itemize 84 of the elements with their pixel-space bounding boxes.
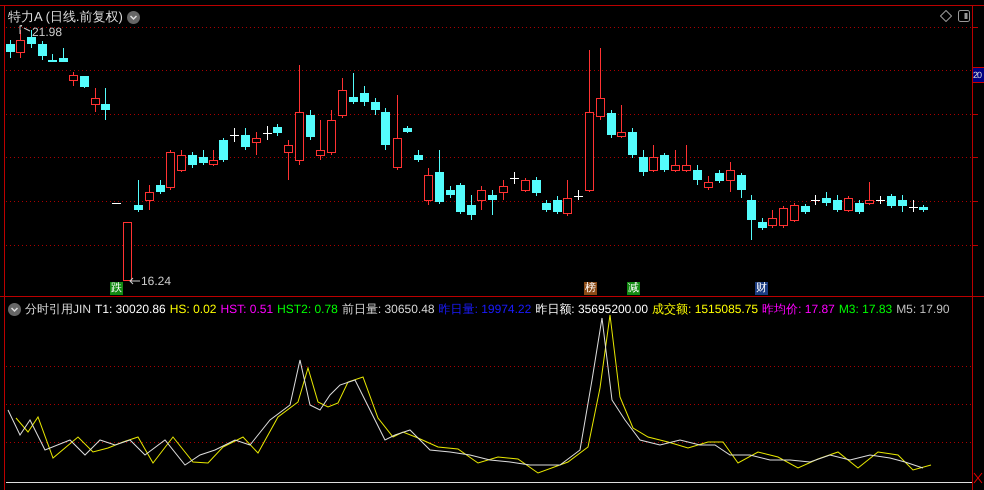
event-tag[interactable]: 榜	[584, 282, 597, 295]
indicator-value: M3: 17.83	[838, 301, 892, 318]
candle	[715, 170, 724, 184]
candle	[360, 86, 369, 106]
candle	[252, 132, 261, 156]
candle	[510, 172, 520, 184]
indicator-value: HS: 0.02	[170, 301, 216, 318]
candle	[649, 144, 658, 172]
candle	[844, 196, 853, 212]
candle	[704, 176, 713, 190]
candle	[660, 152, 669, 172]
candle	[833, 194, 842, 212]
candle	[69, 72, 78, 86]
chart-title: 特力A (日线.前复权)	[8, 8, 123, 26]
candle	[424, 168, 433, 206]
indicator-value: 前日量: 30650.48	[342, 301, 435, 318]
event-tag[interactable]: 减	[627, 282, 640, 295]
candle	[898, 194, 907, 212]
candle	[801, 204, 810, 214]
candle	[477, 186, 486, 210]
candle	[671, 150, 680, 172]
dropdown-icon[interactable]	[8, 302, 21, 316]
candle	[488, 190, 497, 216]
candle	[467, 194, 476, 220]
candle	[177, 150, 186, 172]
candle	[230, 128, 240, 142]
candle	[349, 72, 358, 104]
candle	[145, 184, 154, 210]
candle	[521, 178, 530, 192]
candle	[338, 78, 347, 118]
candle	[59, 48, 68, 62]
candle	[779, 206, 788, 228]
dropdown-icon[interactable]	[126, 10, 140, 24]
candle	[123, 222, 132, 281]
indicator-value: HST: 0.51	[220, 301, 274, 318]
candle	[617, 104, 626, 138]
candle	[306, 110, 315, 140]
candle	[542, 200, 551, 212]
candle	[499, 180, 508, 200]
candle	[273, 124, 282, 136]
price-label: 21.98	[32, 25, 62, 39]
indicator-value: 成交额: 1515085.75	[652, 301, 758, 318]
event-tag[interactable]: 跌	[110, 282, 123, 295]
candle	[790, 202, 799, 222]
price-label: 16.24	[141, 274, 172, 288]
indicator-name: 分时引用JIN	[25, 301, 91, 318]
candle	[80, 76, 89, 88]
arrow-icon	[129, 277, 140, 285]
indicator-value: 昨均价: 17.87	[762, 301, 835, 318]
candle	[532, 176, 541, 196]
candle	[822, 192, 831, 206]
candle	[810, 194, 820, 206]
candle	[682, 144, 691, 172]
candle	[435, 150, 444, 204]
indicator-value: T1: 30020.86	[95, 301, 166, 318]
candle	[693, 164, 702, 186]
event-tag[interactable]: 财	[755, 282, 768, 295]
candle	[262, 126, 272, 140]
candle	[726, 162, 735, 192]
diamond-icon[interactable]	[940, 10, 952, 22]
candle	[607, 110, 616, 138]
candle	[284, 140, 293, 180]
candle	[887, 194, 896, 208]
candle	[876, 196, 886, 204]
indicator-value: HST2: 0.78	[277, 301, 338, 318]
candle	[188, 152, 197, 168]
candle	[199, 150, 208, 166]
indicator-value: M5: 17.90	[896, 301, 950, 318]
indicator-value: 昨日额: 35695200.00	[535, 301, 648, 318]
candle	[101, 88, 110, 120]
candle	[639, 150, 648, 176]
candle	[241, 128, 250, 150]
candle	[91, 88, 100, 112]
indicator-value: 昨日量: 19974.22	[438, 301, 532, 318]
candle	[574, 190, 584, 200]
axis-label: 20	[973, 67, 984, 83]
bent-arrow-icon	[19, 25, 31, 35]
candle	[327, 110, 336, 156]
candle	[628, 128, 637, 158]
close-icon[interactable]	[973, 472, 983, 484]
panel-toggle-icon[interactable]	[958, 10, 970, 22]
candle	[134, 180, 143, 212]
candle	[316, 120, 325, 160]
candle	[414, 150, 423, 162]
